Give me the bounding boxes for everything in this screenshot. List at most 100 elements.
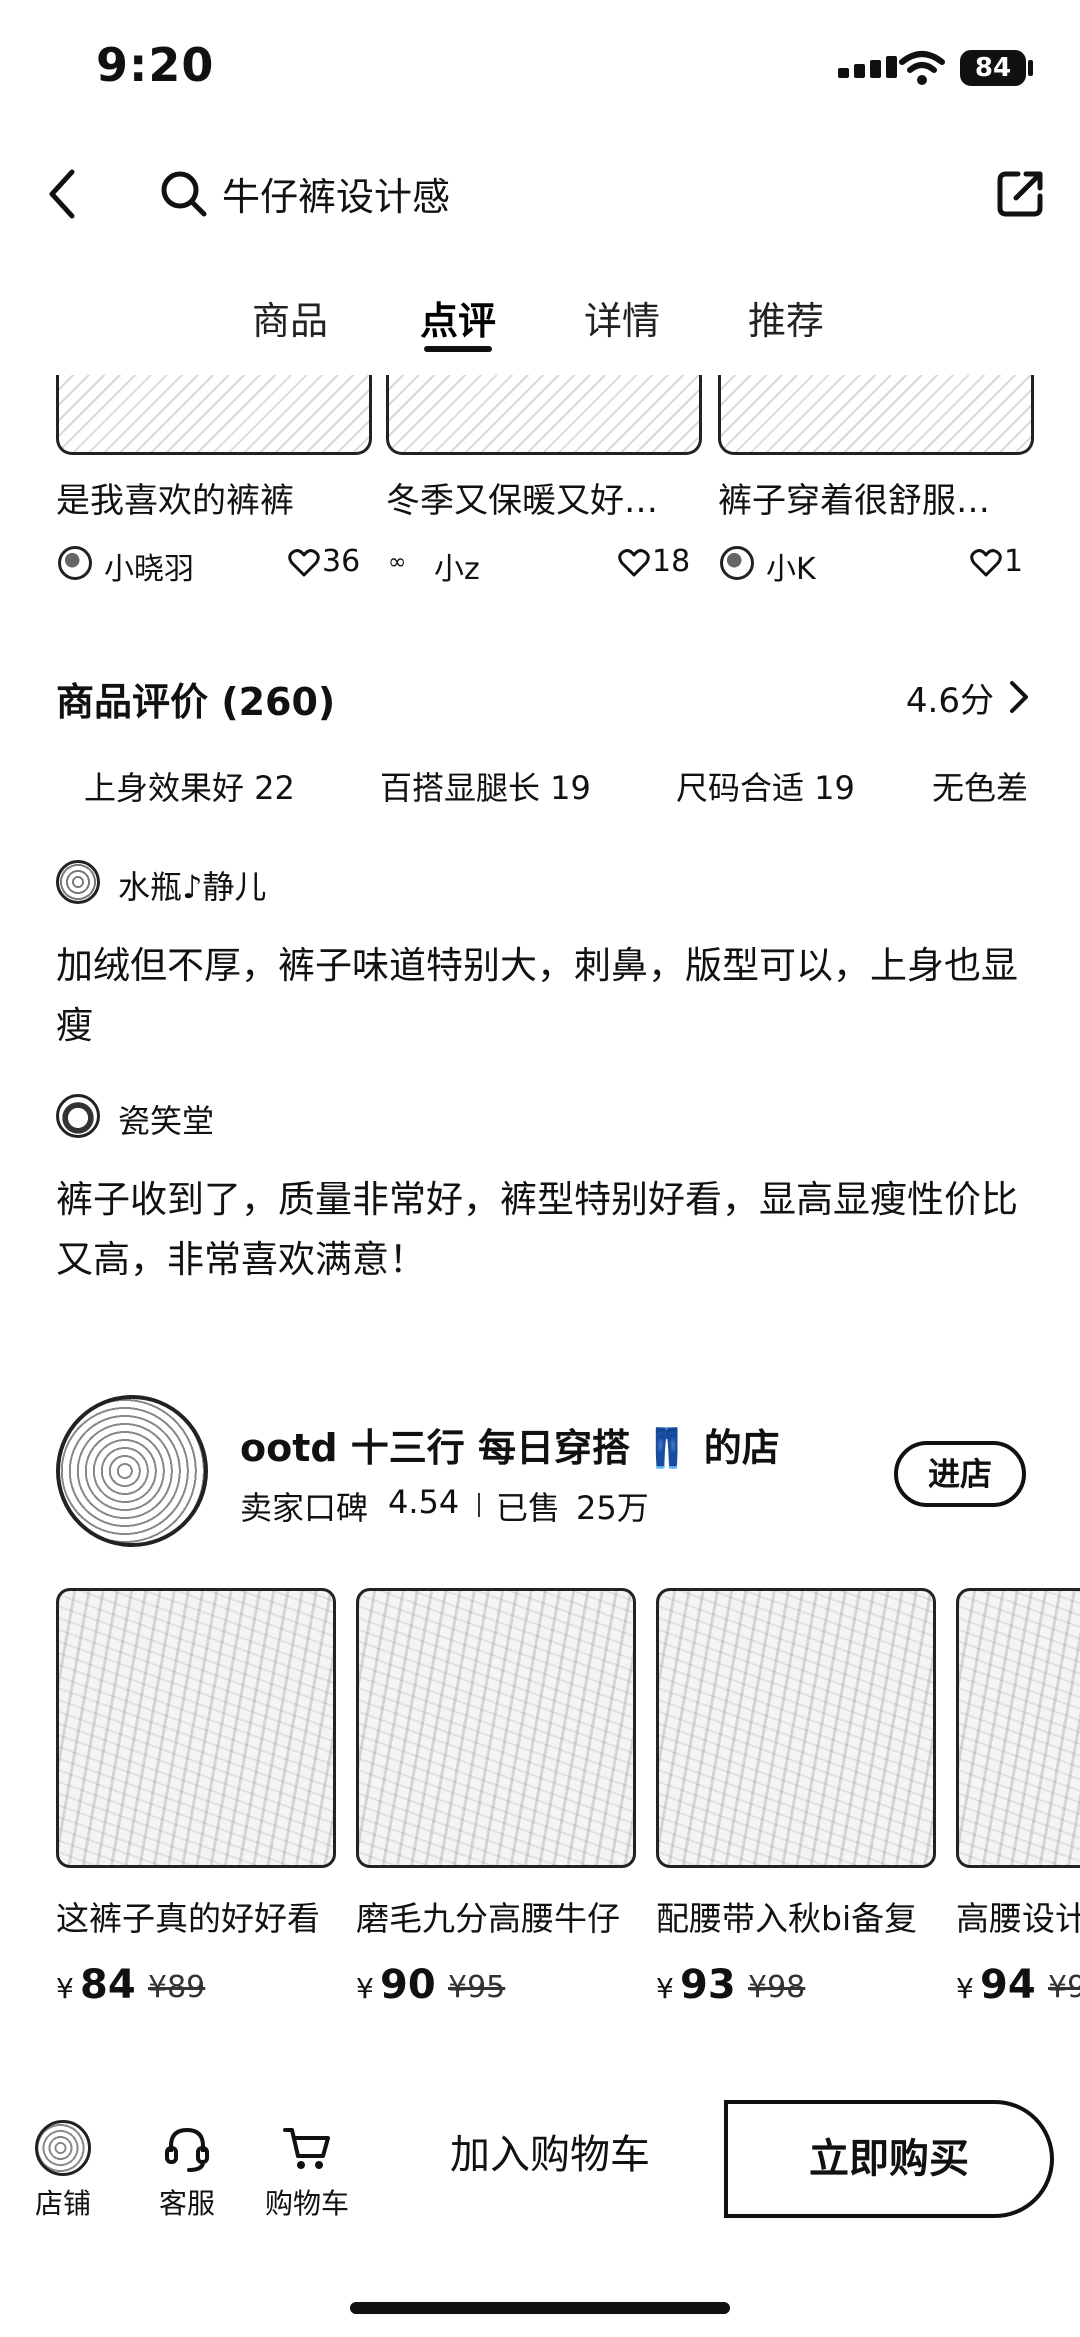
product-price: 94 bbox=[980, 1962, 1036, 2008]
product-title: 这裤子真的好好看 bbox=[56, 1899, 320, 1938]
review-username: 瓷笑堂 bbox=[118, 1102, 215, 1140]
bottom-action-bar: 店铺 客服 购物车 加入购物车 立即购买 bbox=[0, 2100, 1080, 2240]
avatar bbox=[58, 546, 92, 580]
product-currency: ¥ bbox=[956, 1972, 974, 2005]
shop-sold-label: 已售 bbox=[496, 1489, 561, 1527]
product-card[interactable]: 这裤子真的好好看 ¥ 84 ¥89 bbox=[56, 1588, 336, 2008]
shop-nav-button[interactable]: 店铺 bbox=[18, 2120, 108, 2222]
product-title: 高腰设计 bbox=[956, 1899, 1080, 1938]
divider bbox=[478, 1493, 480, 1517]
review-tag[interactable]: 无色差 bbox=[932, 763, 1028, 809]
product-price-row: ¥ 93 ¥98 bbox=[656, 1962, 936, 2008]
notes-row: 是我喜欢的裤裤 小晓羽 36 冬季又保暖又好… ∞ 小z 18 裤子穿着很舒服…… bbox=[0, 375, 1080, 587]
product-original-price: ¥98 bbox=[748, 1970, 806, 2005]
heart-icon[interactable] bbox=[288, 548, 320, 578]
review-tag[interactable]: 百搭显腿长 19 bbox=[380, 763, 591, 809]
note-card[interactable]: 裤子穿着很舒服… 小K 1 bbox=[718, 375, 1034, 587]
product-price-row: ¥ 84 ¥89 bbox=[56, 1962, 336, 2008]
wifi-icon bbox=[899, 51, 945, 85]
heart-icon[interactable] bbox=[970, 548, 1002, 578]
reviews-title: 商品评价 (260) bbox=[56, 680, 336, 724]
tab-details[interactable]: 详情 bbox=[584, 290, 660, 345]
product-currency: ¥ bbox=[56, 1972, 74, 2005]
customer-service-label: 客服 bbox=[158, 2187, 215, 2220]
review-text: 裤子收到了，质量非常好，裤型特别好看，显高显瘦性价比又高，非常喜欢满意！ bbox=[56, 1178, 1018, 1281]
product-original-price: ¥89 bbox=[148, 1970, 206, 2005]
product-price: 93 bbox=[680, 1962, 736, 2008]
note-title: 冬季又保暖又好… bbox=[386, 481, 658, 521]
tab-reviews[interactable]: 点评 bbox=[420, 290, 496, 345]
reviews-header[interactable]: 商品评价 (260) 4.6分 bbox=[0, 665, 1080, 725]
shop-products-row: 这裤子真的好好看 ¥ 84 ¥89 磨毛九分高腰牛仔 ¥ 90 ¥95 配腰带入… bbox=[0, 1588, 1080, 2008]
note-card[interactable]: 是我喜欢的裤裤 小晓羽 36 bbox=[56, 375, 372, 587]
status-bar: 9:20 84 bbox=[0, 0, 1080, 140]
product-title: 配腰带入秋bi备复 bbox=[656, 1899, 918, 1938]
note-image bbox=[56, 375, 372, 455]
note-title: 是我喜欢的裤裤 bbox=[56, 481, 294, 521]
review-username: 水瓶♪静儿 bbox=[118, 868, 267, 906]
header: 牛仔裤设计感 bbox=[0, 150, 1080, 240]
search-icon[interactable] bbox=[158, 168, 210, 220]
avatar bbox=[56, 1094, 100, 1138]
product-card[interactable]: 高腰设计 ¥ 94 ¥99 bbox=[956, 1588, 1080, 2008]
product-image bbox=[56, 1588, 336, 1868]
product-price: 90 bbox=[380, 1962, 436, 2008]
active-tab-indicator bbox=[424, 346, 492, 352]
note-likes: 1 bbox=[1004, 544, 1024, 579]
note-author: 小z bbox=[434, 552, 480, 587]
note-author: 小晓羽 bbox=[104, 552, 194, 587]
shop-sold: 25万 bbox=[576, 1489, 649, 1527]
shop-card[interactable]: ootd 十三行 每日穿搭 👖 的店 卖家口碑 4.54 已售 25万 进店 bbox=[0, 1395, 1080, 1555]
product-image bbox=[656, 1588, 936, 1868]
note-likes: 36 bbox=[322, 544, 361, 579]
search-query[interactable]: 牛仔裤设计感 bbox=[222, 166, 450, 221]
product-card[interactable]: 磨毛九分高腰牛仔 ¥ 90 ¥95 bbox=[356, 1588, 636, 2008]
share-icon[interactable] bbox=[992, 166, 1048, 222]
note-card[interactable]: 冬季又保暖又好… ∞ 小z 18 bbox=[386, 375, 702, 587]
cart-nav-button[interactable]: 购物车 bbox=[262, 2120, 352, 2222]
shop-rating: 4.54 bbox=[388, 1483, 460, 1521]
chevron-right-icon[interactable] bbox=[1006, 677, 1032, 717]
tab-recommend[interactable]: 推荐 bbox=[748, 290, 824, 345]
note-image bbox=[718, 375, 1034, 455]
home-indicator[interactable] bbox=[350, 2302, 730, 2314]
product-title: 磨毛九分高腰牛仔 bbox=[356, 1899, 620, 1938]
battery-indicator: 84 bbox=[960, 50, 1026, 86]
note-meta: 小晓羽 36 bbox=[56, 544, 372, 587]
tab-bar: 商品 点评 详情 推荐 bbox=[0, 290, 1080, 360]
note-meta: 小K 1 bbox=[718, 544, 1034, 587]
shop-name: ootd 十三行 每日穿搭 👖 的店 bbox=[240, 1426, 780, 1470]
product-currency: ¥ bbox=[356, 1972, 374, 2005]
product-currency: ¥ bbox=[656, 1972, 674, 2005]
product-original-price: ¥95 bbox=[448, 1970, 506, 2005]
avatar bbox=[720, 546, 754, 580]
product-card[interactable]: 配腰带入秋bi备复 ¥ 93 ¥98 bbox=[656, 1588, 936, 2008]
customer-service-button[interactable]: 客服 bbox=[142, 2120, 232, 2222]
review-text: 加绒但不厚，裤子味道特别大，刺鼻，版型可以，上身也显瘦 bbox=[56, 944, 1018, 1047]
tab-products[interactable]: 商品 bbox=[252, 290, 328, 345]
note-image bbox=[386, 375, 702, 455]
back-arrow-icon[interactable] bbox=[40, 164, 90, 224]
buy-now-button[interactable]: 立即购买 bbox=[724, 2100, 1054, 2218]
reviews-score: 4.6分 bbox=[905, 681, 994, 721]
shop-logo bbox=[56, 1395, 208, 1547]
product-image bbox=[356, 1588, 636, 1868]
battery-cap bbox=[1028, 60, 1033, 76]
heart-icon[interactable] bbox=[618, 548, 650, 578]
enter-shop-button[interactable]: 进店 bbox=[894, 1441, 1026, 1507]
avatar bbox=[56, 860, 100, 904]
note-title: 裤子穿着很舒服… bbox=[718, 481, 990, 521]
add-to-cart-button[interactable]: 加入购物车 bbox=[400, 2100, 700, 2210]
note-meta: ∞ 小z 18 bbox=[386, 544, 702, 587]
review-tag[interactable]: 尺码合适 19 bbox=[676, 763, 855, 809]
shop-avatar-icon bbox=[35, 2120, 91, 2176]
headset-icon bbox=[165, 2127, 209, 2172]
review-item[interactable]: 瓷笑堂 裤子收到了，质量非常好，裤型特别好看，显高显瘦性价比又高，非常喜欢满意！ bbox=[56, 1092, 1036, 1290]
signal-icon bbox=[838, 56, 897, 78]
product-original-price: ¥99 bbox=[1048, 1970, 1080, 2005]
review-item[interactable]: 水瓶♪静儿 加绒但不厚，裤子味道特别大，刺鼻，版型可以，上身也显瘦 bbox=[56, 858, 1036, 1056]
review-tag[interactable]: 上身效果好 22 bbox=[84, 763, 295, 809]
product-price-row: ¥ 90 ¥95 bbox=[356, 1962, 636, 2008]
product-price-row: ¥ 94 ¥99 bbox=[956, 1962, 1080, 2008]
status-time: 9:20 bbox=[96, 38, 215, 92]
